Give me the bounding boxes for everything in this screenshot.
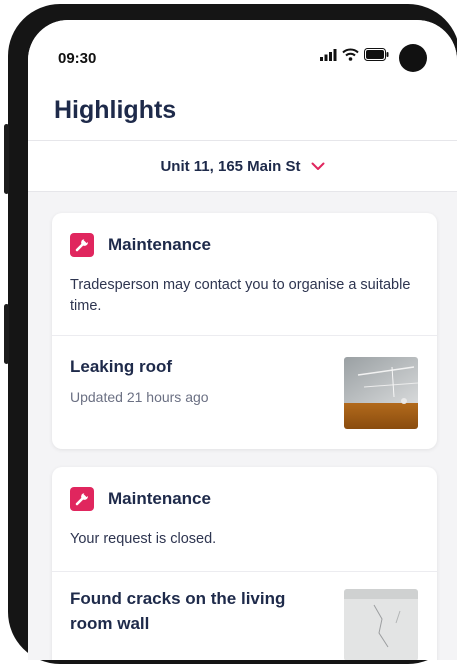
phone-side-button xyxy=(4,304,9,364)
app-screen: 09:30 Highlights Unit 11, 165 Main St Ma… xyxy=(28,20,457,660)
card-type-label: Maintenance xyxy=(108,489,211,508)
front-camera xyxy=(399,44,427,72)
status-time: 09:30 xyxy=(58,50,97,67)
card-header: Maintenance xyxy=(70,487,211,511)
selector-divider xyxy=(28,191,457,192)
property-selector[interactable]: Unit 11, 165 Main St xyxy=(28,141,457,191)
card-message: Tradesperson may contact you to organise… xyxy=(70,277,411,314)
card-divider xyxy=(52,335,437,336)
wrench-icon xyxy=(70,487,94,511)
item-title: Leaking roof xyxy=(70,357,173,376)
card-type-label: Maintenance xyxy=(108,235,211,254)
wall-crack-photo xyxy=(344,589,418,660)
status-icons xyxy=(320,48,389,61)
item-title: Found cracks on the living room wall xyxy=(70,589,286,633)
phone-frame: 09:30 Highlights Unit 11, 165 Main St Ma… xyxy=(4,4,457,664)
phone-side-button xyxy=(4,124,9,194)
top-bar: 09:30 Highlights Unit 11, 165 Main St xyxy=(28,20,457,192)
wifi-icon xyxy=(342,48,359,61)
leaking-roof-photo xyxy=(344,357,418,429)
card-message: Your request is closed. xyxy=(70,531,217,547)
wrench-icon xyxy=(70,233,94,257)
battery-icon xyxy=(364,48,389,61)
highlight-card[interactable]: Maintenance Tradesperson may contact you… xyxy=(52,213,437,449)
item-thumbnail xyxy=(344,357,418,429)
item-thumbnail xyxy=(344,589,418,660)
item-updated: Updated 21 hours ago xyxy=(70,389,209,405)
highlight-card[interactable]: Maintenance Your request is closed. Foun… xyxy=(52,467,437,660)
signal-icon xyxy=(320,48,337,61)
property-selector-label: Unit 11, 165 Main St xyxy=(160,157,301,175)
card-divider xyxy=(52,571,437,572)
page-title: Highlights xyxy=(54,96,177,124)
chevron-down-icon xyxy=(311,162,325,170)
card-header: Maintenance xyxy=(70,233,211,257)
